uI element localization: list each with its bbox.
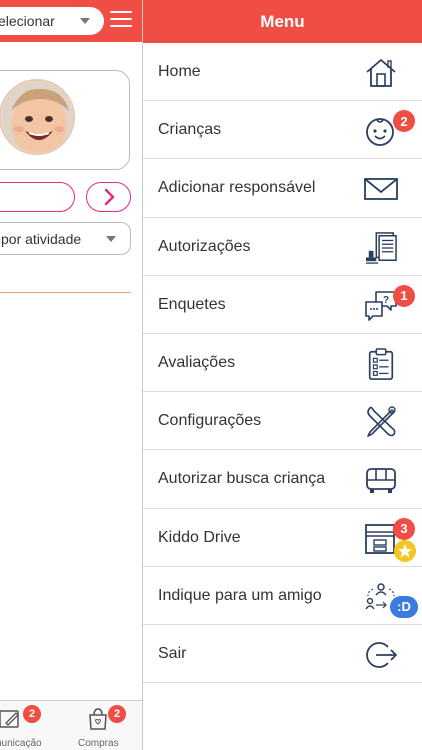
tab-compras[interactable]: 2 Compras [64,701,134,750]
menu-item-label: Configurações [158,412,262,430]
menu-item-autorizacoes[interactable]: Autorizações [143,218,422,276]
chevron-right-icon [104,188,114,206]
menu-item-label: Avaliações [158,353,236,371]
bottom-tab-bar: 2 nunicação 2 Compras [0,700,142,750]
home-icon [366,59,396,87]
activity-filter-dropdown[interactable]: por atividade [0,222,131,255]
side-menu: Menu Home Crianças 2 Adicionar responsáv… [142,0,422,750]
menu-item-label: Adicionar responsável [158,179,316,197]
menu-item-criancas[interactable]: Crianças 2 [143,101,422,160]
menu-item-adicionar-responsavel[interactable]: Adicionar responsável [143,159,422,218]
star-icon [394,539,416,562]
menu-item-label: Home [158,63,201,80]
menu-item-enquetes[interactable]: Enquetes ? 1 [143,276,422,334]
envelope-icon [364,178,398,201]
smiley-badge: :D [390,595,418,618]
menu-item-label: Kiddo Drive [158,528,241,546]
menu-item-indique-amigo[interactable]: Indique para um amigo :D [143,567,422,625]
tab-label: Compras [78,738,119,749]
menu-item-label: Autorizações [158,237,251,255]
main-screen-panel: elecionar por atividade 2 nunicação 2 Co… [0,0,142,750]
menu-item-label: Sair [158,644,187,662]
menu-item-label: Enquetes [158,295,226,313]
menu-title: Menu [260,11,305,31]
child-avatar [0,79,75,155]
chevron-down-icon [106,236,116,242]
menu-item-kiddo-drive[interactable]: Kiddo Drive 3 [143,509,422,567]
child-select-dropdown[interactable]: elecionar [0,7,104,35]
tab-comunicacao[interactable]: 2 nunicação [0,701,56,750]
menu-item-label: Autorizar busca criança [158,470,326,488]
chevron-down-icon [80,18,90,24]
child-select-value: elecionar [0,13,55,29]
divider [0,292,131,293]
menu-item-home[interactable]: Home [143,43,422,102]
child-card[interactable] [0,70,130,170]
notification-badge: 2 [393,110,415,133]
tools-icon [367,406,396,437]
svg-text:?: ? [383,295,389,306]
bus-icon [366,468,396,494]
main-header: elecionar [0,0,142,42]
tab-badge: 2 [108,705,126,723]
tab-badge: 2 [23,705,41,723]
tab-label: nunicação [0,738,42,749]
stamp-document-icon [365,231,397,264]
clipboard-checklist-icon [368,348,394,380]
logout-icon [366,642,397,668]
notification-badge: 1 [393,284,415,307]
menu-item-sair[interactable]: Sair [143,625,422,684]
next-button[interactable] [86,182,131,212]
shopping-bag-icon [89,708,107,730]
menu-item-autorizar-busca[interactable]: Autorizar busca criança [143,450,422,509]
menu-item-label: Indique para um amigo [158,586,322,604]
menu-item-avaliacoes[interactable]: Avaliações [143,334,422,393]
notification-badge: 3 [393,517,415,540]
pink-input-field[interactable] [0,182,75,212]
message-edit-icon [0,710,19,728]
activity-filter-value: por atividade [1,230,82,247]
menu-item-label: Crianças [158,121,222,139]
hamburger-menu-icon[interactable] [110,11,132,29]
menu-item-configuracoes[interactable]: Configurações [143,392,422,451]
menu-header: Menu [143,0,422,43]
